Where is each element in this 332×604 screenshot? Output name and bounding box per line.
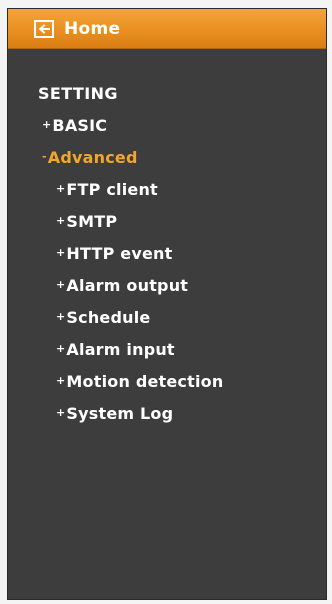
home-button[interactable]: Home: [8, 9, 326, 49]
back-arrow-icon: [34, 19, 54, 38]
menu-item-advanced[interactable]: -Advanced: [42, 148, 138, 167]
menu-item-label: FTP client: [66, 180, 158, 199]
menu-item-motion-detection[interactable]: +Motion detection: [56, 372, 223, 391]
home-label: Home: [64, 18, 121, 39]
menu-item-smtp[interactable]: +SMTP: [56, 212, 117, 231]
menu-item-label: HTTP event: [66, 244, 173, 263]
menu-item-label: Advanced: [47, 148, 138, 167]
expand-icon: +: [56, 342, 66, 355]
expand-icon: +: [56, 182, 66, 195]
expand-icon: +: [42, 118, 52, 131]
expand-icon: +: [56, 406, 66, 419]
menu-item-label: Alarm output: [66, 276, 189, 295]
menu-item-label: System Log: [66, 404, 174, 423]
menu-item-alarm-output[interactable]: +Alarm output: [56, 276, 188, 295]
section-title-setting: SETTING: [38, 84, 118, 103]
expand-icon: +: [56, 374, 66, 387]
menu-item-http-event[interactable]: +HTTP event: [56, 244, 172, 263]
sidebar-panel: Home SETTING +BASIC -Advanced +FTP clien…: [7, 8, 327, 600]
menu-item-label: Schedule: [66, 308, 151, 327]
expand-icon: +: [56, 278, 66, 291]
menu-item-label: SMTP: [66, 212, 118, 231]
collapse-icon: -: [42, 150, 47, 163]
menu-item-schedule[interactable]: +Schedule: [56, 308, 150, 327]
menu-item-alarm-input[interactable]: +Alarm input: [56, 340, 175, 359]
menu-item-label: BASIC: [52, 116, 108, 135]
menu-item-label: Motion detection: [66, 372, 224, 391]
expand-icon: +: [56, 214, 66, 227]
expand-icon: +: [56, 246, 66, 259]
menu-item-label: Alarm input: [66, 340, 175, 359]
menu-item-basic[interactable]: +BASIC: [42, 116, 107, 135]
menu-item-ftp-client[interactable]: +FTP client: [56, 180, 158, 199]
expand-icon: +: [56, 310, 66, 323]
menu-item-system-log[interactable]: +System Log: [56, 404, 173, 423]
